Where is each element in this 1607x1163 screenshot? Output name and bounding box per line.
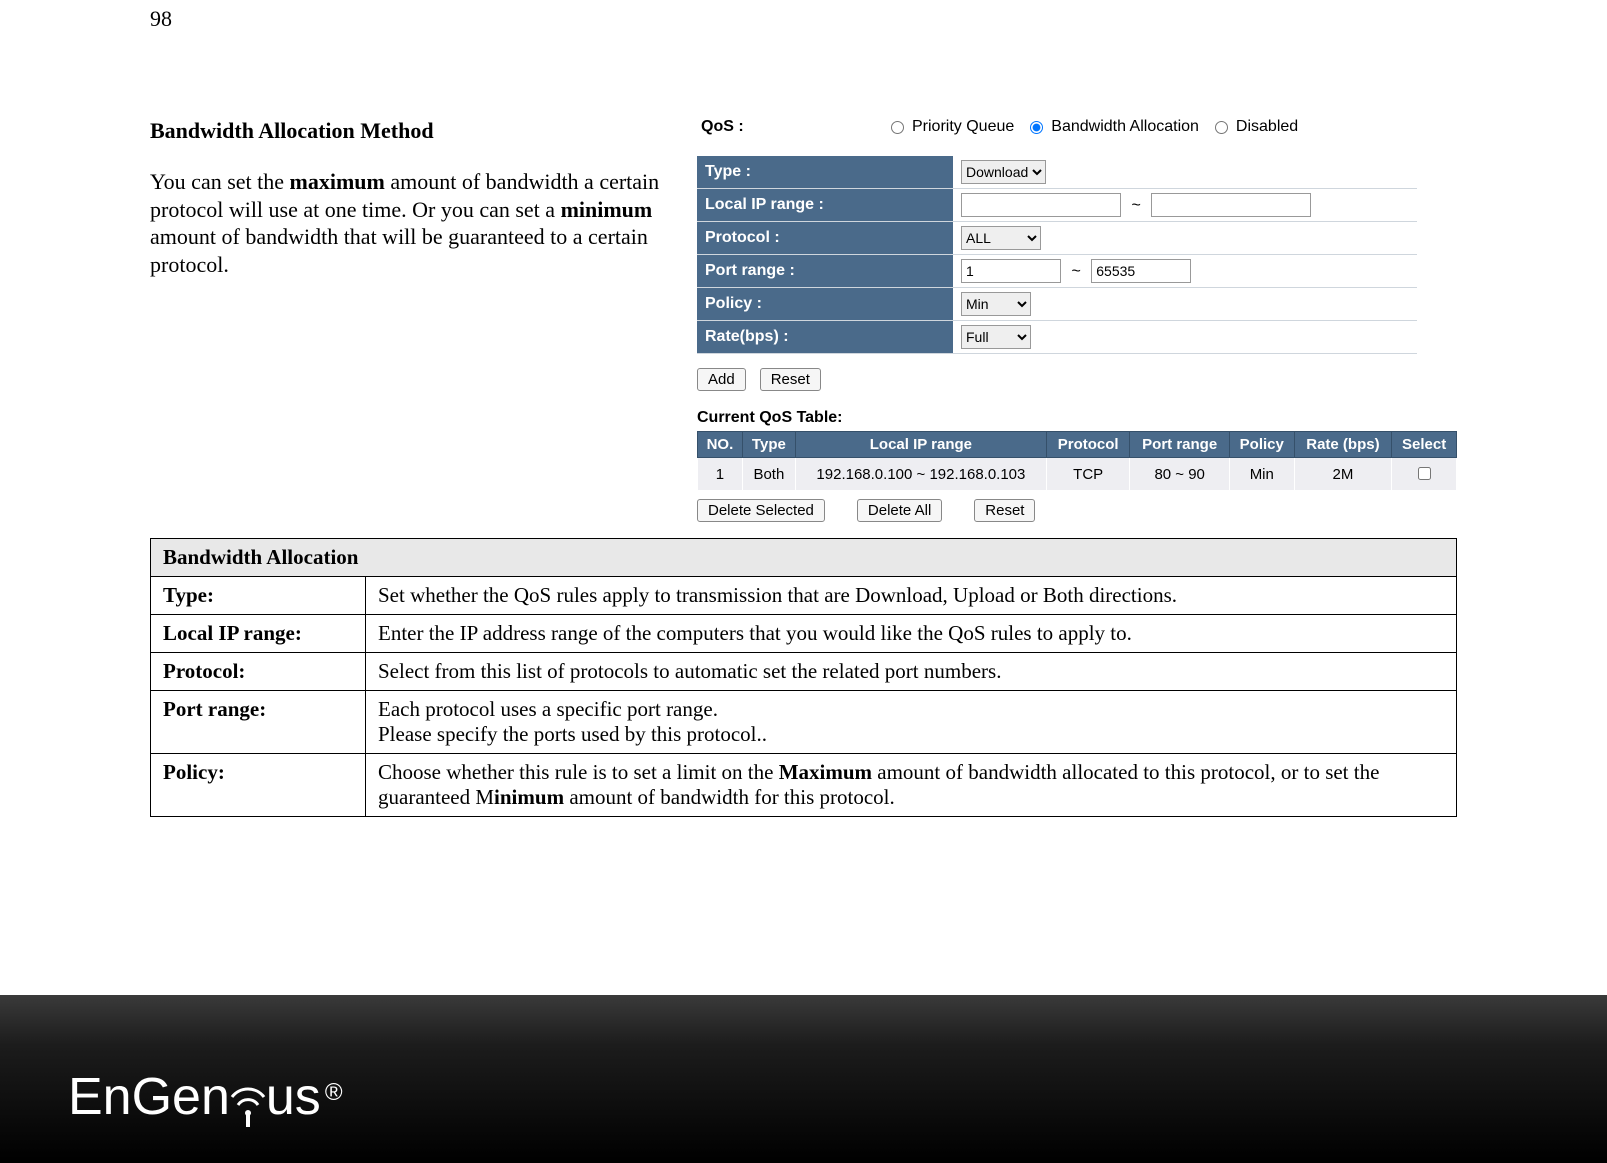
intro-paragraph: You can set the maximum amount of bandwi…	[150, 168, 667, 278]
radio-label-disabled: Disabled	[1236, 118, 1298, 136]
port-to-input[interactable]	[1091, 259, 1191, 283]
delete-selected-button[interactable]: Delete Selected	[697, 499, 825, 522]
intro-bold-max: maximum	[290, 169, 385, 194]
rate-label: Rate(bps) :	[697, 321, 953, 354]
port-separator: ~	[1071, 263, 1080, 280]
add-button[interactable]: Add	[697, 368, 746, 391]
description-table: Bandwidth Allocation Type: Set whether t…	[150, 538, 1457, 817]
local-ip-separator: ~	[1131, 197, 1140, 214]
qos-form-table: Type : Download Local IP range : ~ Proto…	[697, 156, 1417, 354]
desc-val-localip: Enter the IP address range of the comput…	[366, 615, 1457, 653]
desc-policy-bold-max: Maximum	[779, 760, 872, 784]
desc-policy-bold-min: inimum	[494, 785, 564, 809]
type-label: Type :	[697, 156, 953, 189]
radio-disabled[interactable]	[1215, 121, 1228, 134]
rate-select[interactable]: Full	[961, 325, 1031, 349]
intro-bold-min: minimum	[561, 197, 653, 222]
desc-key-localip: Local IP range:	[151, 615, 366, 653]
th-no: NO.	[698, 432, 743, 458]
logo-text-part2: us	[266, 1067, 321, 1127]
cell-select	[1392, 458, 1457, 491]
desc-val-type: Set whether the QoS rules apply to trans…	[366, 577, 1457, 615]
protocol-label: Protocol :	[697, 222, 953, 255]
desc-header: Bandwidth Allocation	[151, 539, 1457, 577]
current-qos-table: NO. Type Local IP range Protocol Port ra…	[697, 431, 1457, 491]
engenius-logo: EnGen us ®	[68, 1067, 343, 1127]
desc-key-port: Port range:	[151, 691, 366, 754]
policy-label: Policy :	[697, 288, 953, 321]
desc-port-seg-b: Please specify the ports used by this pr…	[378, 722, 767, 746]
desc-key-policy: Policy:	[151, 754, 366, 817]
desc-policy-seg-a: Choose whether this rule is to set a lim…	[378, 760, 779, 784]
reset-table-button[interactable]: Reset	[974, 499, 1035, 522]
row-select-checkbox[interactable]	[1418, 467, 1431, 480]
desc-key-type: Type:	[151, 577, 366, 615]
th-rate: Rate (bps)	[1294, 432, 1392, 458]
th-type: Type	[742, 432, 795, 458]
protocol-select[interactable]: ALL	[961, 226, 1041, 250]
cell-no: 1	[698, 458, 743, 491]
delete-all-button[interactable]: Delete All	[857, 499, 942, 522]
local-ip-to-input[interactable]	[1151, 193, 1311, 217]
registered-trademark: ®	[325, 1079, 343, 1107]
footer: EnGen us ®	[0, 995, 1607, 1163]
reset-button[interactable]: Reset	[760, 368, 821, 391]
cell-type: Both	[742, 458, 795, 491]
desc-val-policy: Choose whether this rule is to set a lim…	[366, 754, 1457, 817]
local-ip-from-input[interactable]	[961, 193, 1121, 217]
section-heading: Bandwidth Allocation Method	[150, 118, 667, 144]
intro-seg-e: amount of bandwidth that will be guarant…	[150, 224, 648, 277]
cell-policy: Min	[1229, 458, 1294, 491]
radio-label-priority: Priority Queue	[912, 118, 1014, 136]
policy-select[interactable]: Min	[961, 292, 1031, 316]
radio-bandwidth-allocation[interactable]	[1030, 121, 1043, 134]
th-protocol: Protocol	[1046, 432, 1130, 458]
radio-priority-queue[interactable]	[891, 121, 904, 134]
th-port: Port range	[1130, 432, 1230, 458]
desc-val-protocol: Select from this list of protocols to au…	[366, 653, 1457, 691]
current-qos-title: Current QoS Table:	[697, 409, 1457, 427]
th-select: Select	[1392, 432, 1457, 458]
type-select[interactable]: Download	[961, 160, 1046, 184]
port-range-label: Port range :	[697, 255, 953, 288]
th-policy: Policy	[1229, 432, 1294, 458]
desc-port-seg-a: Each protocol uses a specific port range…	[378, 697, 718, 721]
wifi-icon	[228, 1071, 268, 1123]
port-from-input[interactable]	[961, 259, 1061, 283]
page-number: 98	[150, 6, 1457, 32]
desc-val-port: Each protocol uses a specific port range…	[366, 691, 1457, 754]
desc-key-protocol: Protocol:	[151, 653, 366, 691]
logo-text-part1: EnGen	[68, 1067, 230, 1127]
qos-config-screenshot: QoS : Priority Queue Bandwidth Allocatio…	[697, 118, 1457, 522]
cell-ip: 192.168.0.100 ~ 192.168.0.103	[795, 458, 1046, 491]
radio-label-bandwidth: Bandwidth Allocation	[1051, 118, 1199, 136]
intro-seg-a: You can set the	[150, 169, 290, 194]
cell-protocol: TCP	[1046, 458, 1130, 491]
qos-label: QoS :	[701, 118, 881, 136]
local-ip-label: Local IP range :	[697, 189, 953, 222]
cell-port: 80 ~ 90	[1130, 458, 1230, 491]
desc-policy-seg-e: amount of bandwidth for this protocol.	[564, 785, 895, 809]
table-row: 1 Both 192.168.0.100 ~ 192.168.0.103 TCP…	[698, 458, 1457, 491]
th-ip: Local IP range	[795, 432, 1046, 458]
cell-rate: 2M	[1294, 458, 1392, 491]
